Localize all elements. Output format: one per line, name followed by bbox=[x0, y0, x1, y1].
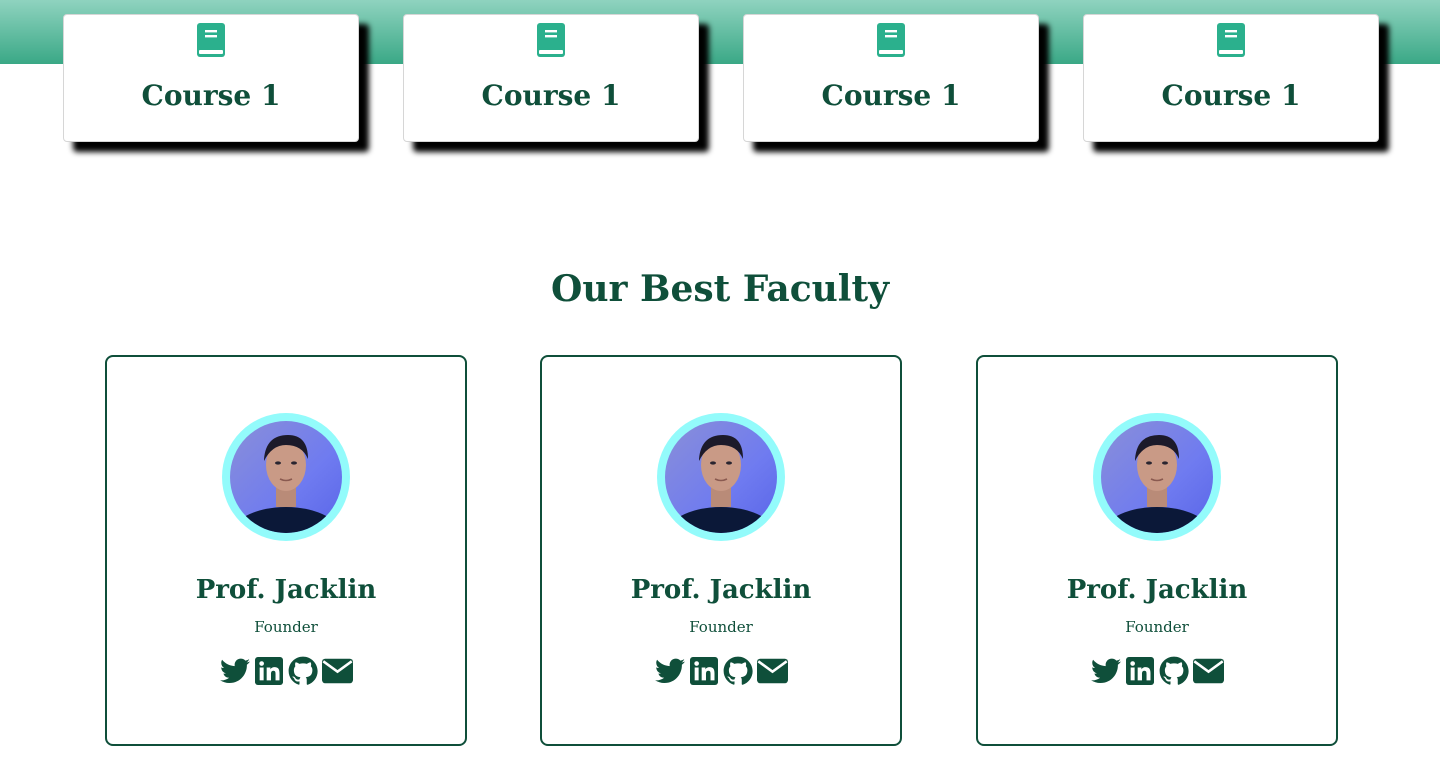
avatar bbox=[230, 421, 342, 533]
book-icon bbox=[537, 23, 565, 57]
section-title: Our Best Faculty bbox=[550, 268, 890, 310]
envelope-icon[interactable] bbox=[321, 655, 353, 686]
book-icon bbox=[197, 23, 225, 57]
faculty-name: Prof. Jacklin bbox=[1066, 575, 1248, 605]
avatar-ring bbox=[222, 413, 350, 541]
github-icon[interactable] bbox=[1159, 655, 1190, 686]
faculty-role: Founder bbox=[689, 618, 753, 636]
social-links bbox=[107, 655, 465, 686]
course-title: Course 1 bbox=[1161, 79, 1301, 112]
linkedin-icon[interactable] bbox=[254, 655, 285, 686]
avatar-ring bbox=[657, 413, 785, 541]
course-card[interactable]: Course 1 bbox=[743, 14, 1039, 142]
social-links bbox=[542, 655, 900, 686]
course-card[interactable]: Course 1 bbox=[403, 14, 699, 142]
book-icon bbox=[1217, 23, 1245, 57]
avatar-ring bbox=[1093, 413, 1221, 541]
github-icon[interactable] bbox=[288, 655, 319, 686]
faculty-role: Founder bbox=[1125, 618, 1189, 636]
avatar bbox=[1101, 421, 1213, 533]
linkedin-icon[interactable] bbox=[1125, 655, 1156, 686]
social-links bbox=[978, 655, 1336, 686]
course-title: Course 1 bbox=[821, 79, 961, 112]
course-list: Course 1 Course 1 Course 1 Course 1 bbox=[0, 14, 1440, 144]
linkedin-icon[interactable] bbox=[689, 655, 720, 686]
avatar bbox=[665, 421, 777, 533]
course-title: Course 1 bbox=[141, 79, 281, 112]
twitter-icon[interactable] bbox=[1091, 655, 1122, 686]
twitter-icon[interactable] bbox=[220, 655, 251, 686]
twitter-icon[interactable] bbox=[655, 655, 686, 686]
course-title: Course 1 bbox=[481, 79, 621, 112]
course-card[interactable]: Course 1 bbox=[1083, 14, 1379, 142]
faculty-role: Founder bbox=[254, 618, 318, 636]
envelope-icon[interactable] bbox=[756, 655, 788, 686]
faculty-name: Prof. Jacklin bbox=[195, 575, 377, 605]
faculty-card: Prof. Jacklin Founder bbox=[976, 355, 1338, 746]
faculty-card: Prof. Jacklin Founder bbox=[540, 355, 902, 746]
faculty-name: Prof. Jacklin bbox=[630, 575, 812, 605]
book-icon bbox=[877, 23, 905, 57]
course-card[interactable]: Course 1 bbox=[63, 14, 359, 142]
faculty-card: Prof. Jacklin Founder bbox=[105, 355, 467, 746]
envelope-icon[interactable] bbox=[1192, 655, 1224, 686]
github-icon[interactable] bbox=[723, 655, 754, 686]
